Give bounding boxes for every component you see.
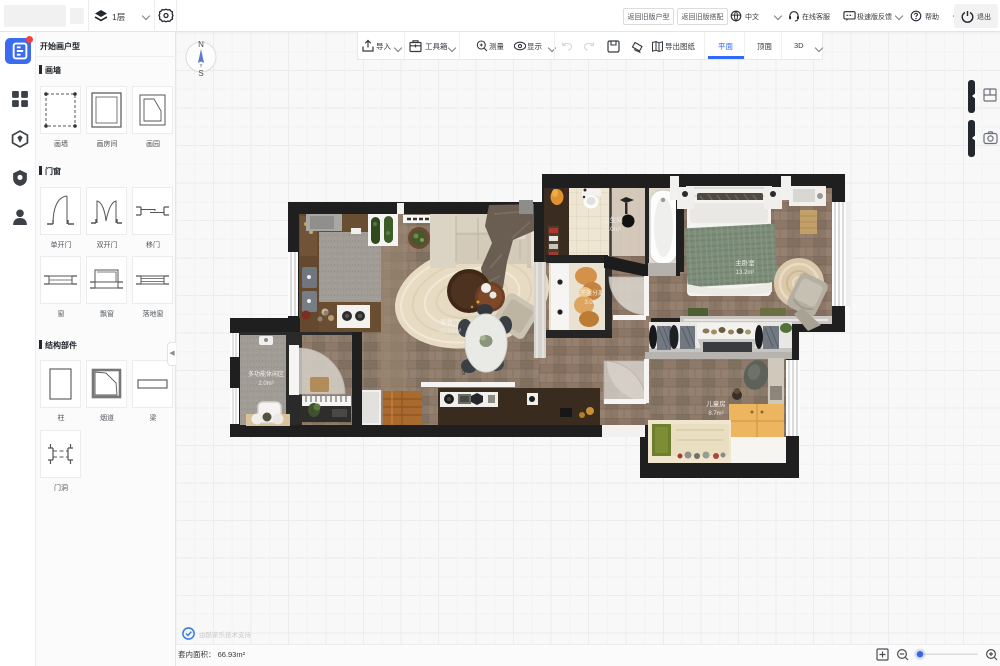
svg-text:5.0m²: 5.0m² xyxy=(605,226,622,233)
svg-text:儿童房: 儿童房 xyxy=(706,399,726,408)
svg-text:多功能休闲区: 多功能休闲区 xyxy=(248,370,284,378)
svg-text:N: N xyxy=(198,40,204,49)
svg-text:2.0m²: 2.0m² xyxy=(258,381,273,387)
svg-text:主卧室: 主卧室 xyxy=(735,258,755,267)
svg-text:客餐厅: 客餐厅 xyxy=(440,317,460,326)
svg-text:13.2m²: 13.2m² xyxy=(736,270,755,276)
svg-text:3.0m²: 3.0m² xyxy=(584,300,599,306)
svg-text:8.7m²: 8.7m² xyxy=(708,411,723,417)
svg-text:33.56m²: 33.56m² xyxy=(439,329,461,335)
svg-text:干湿分离: 干湿分离 xyxy=(580,289,604,297)
svg-text:卫生间: 卫生间 xyxy=(603,215,623,224)
svg-text:S: S xyxy=(198,69,203,78)
